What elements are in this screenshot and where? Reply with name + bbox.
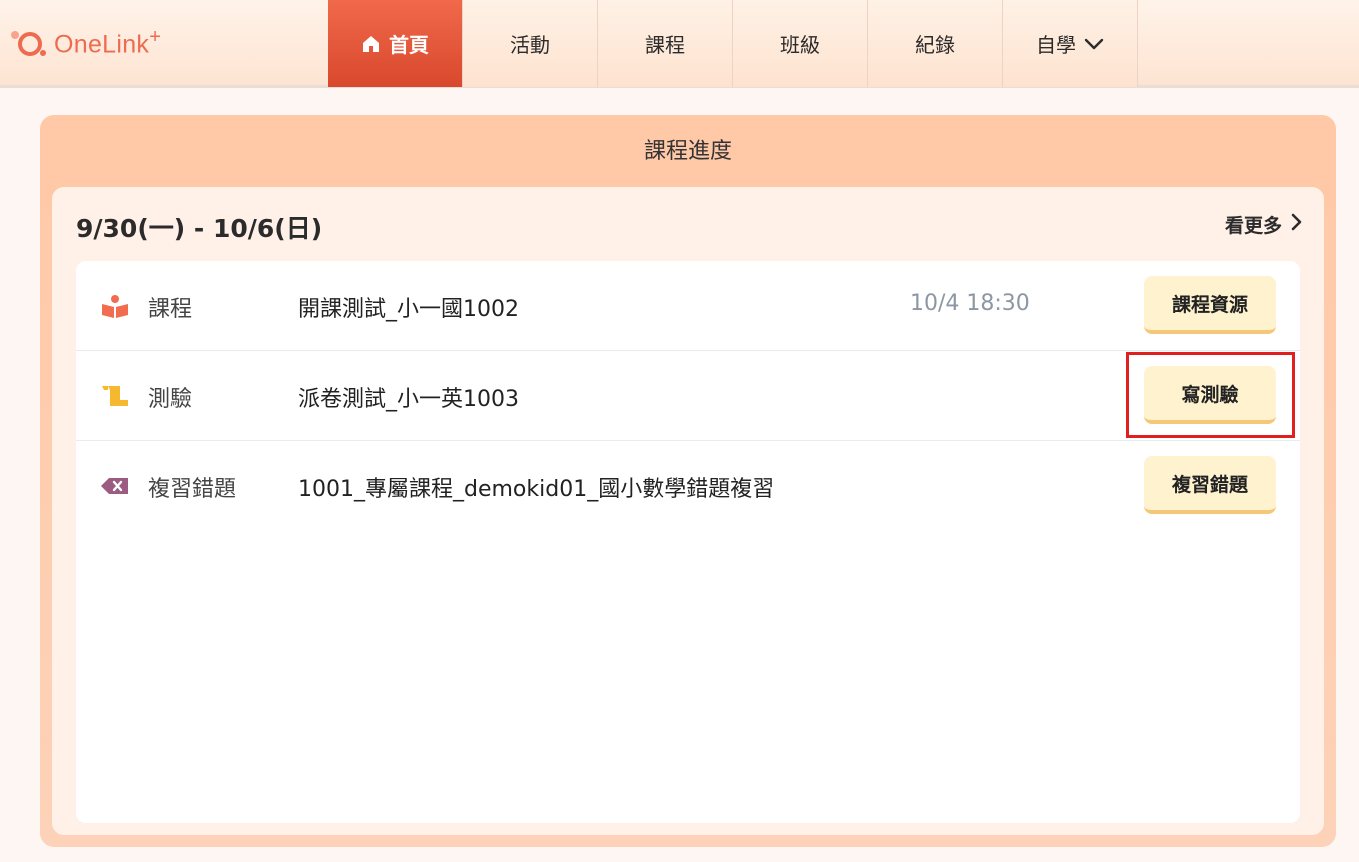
nav-item-activities[interactable]: 活動 — [463, 0, 598, 87]
onelink-logo[interactable]: OneLink+ — [8, 26, 161, 60]
nav-item-label: 課程 — [645, 33, 685, 57]
nav-item-courses[interactable]: 課程 — [598, 0, 733, 87]
nav-item-label: 活動 — [510, 33, 550, 57]
home-icon — [361, 34, 381, 54]
nav-item-self-study[interactable]: 自學 — [1003, 0, 1138, 87]
backspace-icon — [100, 474, 130, 498]
logo-text: OneLink+ — [54, 26, 162, 59]
chevron-right-icon — [1290, 213, 1302, 236]
course-progress-card: 課程進度 9/30(一) - 10/6(日) 看更多 課程 開課測試_小一國10… — [40, 115, 1336, 847]
nav-item-records[interactable]: 紀錄 — [868, 0, 1003, 87]
list-item: 複習錯題 1001_專屬課程_demokid01_國小數學錯題複習 複習錯題 — [76, 441, 1300, 531]
nav-item-label: 紀錄 — [915, 33, 955, 57]
top-navigation-bar: OneLink+ 首頁 活動 課程 班級 紀錄 自學 — [0, 0, 1359, 88]
row-title: 派卷測試_小一英1003 — [298, 387, 519, 412]
reading-icon — [100, 294, 130, 318]
schedule-list: 課程 開課測試_小一國1002 10/4 18:30 課程資源 測驗 派卷測試_… — [76, 261, 1300, 823]
list-item: 測驗 派卷測試_小一英1003 寫測驗 — [76, 351, 1300, 441]
scroll-icon — [100, 384, 130, 408]
nav-item-label: 首頁 — [389, 33, 429, 57]
row-title: 1001_專屬課程_demokid01_國小數學錯題複習 — [298, 477, 775, 502]
see-more-link[interactable]: 看更多 — [1225, 211, 1302, 238]
chevron-down-icon — [1084, 37, 1104, 51]
nav-item-label: 自學 — [1036, 33, 1076, 57]
list-item: 課程 開課測試_小一國1002 10/4 18:30 課程資源 — [76, 261, 1300, 351]
row-category: 測驗 — [148, 387, 193, 412]
see-more-label: 看更多 — [1224, 215, 1282, 237]
card-title: 課程進度 — [643, 139, 732, 164]
row-title: 開課測試_小一國1002 — [298, 297, 519, 322]
course-resources-button[interactable]: 課程資源 — [1144, 276, 1276, 334]
card-body: 9/30(一) - 10/6(日) 看更多 課程 開課測試_小一國1002 10… — [52, 187, 1324, 835]
take-quiz-button[interactable]: 寫測驗 — [1144, 366, 1276, 424]
review-mistakes-button[interactable]: 複習錯題 — [1144, 456, 1276, 514]
nav-item-home[interactable]: 首頁 — [328, 0, 463, 87]
main-nav: 首頁 活動 課程 班級 紀錄 自學 — [328, 0, 1138, 87]
nav-item-classes[interactable]: 班級 — [733, 0, 868, 87]
row-category: 複習錯題 — [148, 477, 237, 502]
row-time: 10/4 18:30 — [910, 291, 1030, 316]
logo-mark-icon — [8, 26, 48, 60]
nav-item-label: 班級 — [780, 33, 820, 57]
row-category: 課程 — [148, 297, 193, 322]
week-range: 9/30(一) - 10/6(日) — [76, 214, 323, 243]
